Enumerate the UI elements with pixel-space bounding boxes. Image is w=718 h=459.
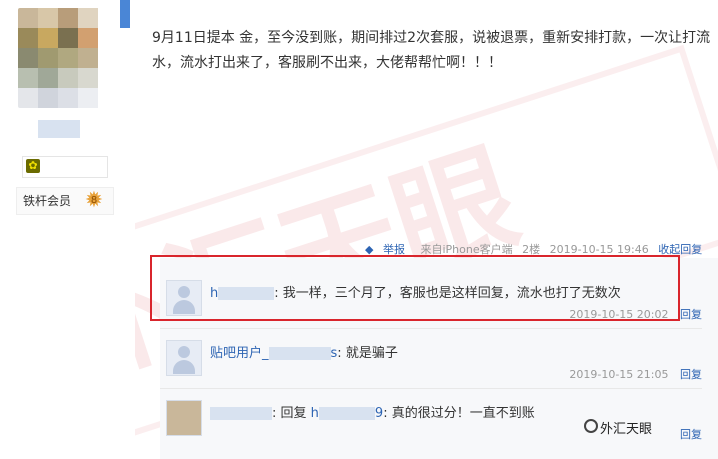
reply-body: 贴吧用户_ s: 就是骗子 [210, 346, 398, 361]
member-badge[interactable]: 铁杆会员 ✹ 8 [16, 187, 114, 215]
reply-body: : 回复 h 9: 真的很过分！一直不到账 [210, 402, 535, 421]
badge-icon: ✿ [26, 159, 40, 173]
member-level: 8 [90, 195, 98, 206]
avatar[interactable] [18, 8, 108, 108]
reply-datetime: 2019-10-15 21:05 [569, 368, 669, 381]
reply-avatar[interactable] [166, 340, 202, 376]
reply-text: 真的很过分！一直不到账 [391, 406, 535, 421]
highlight-frame [150, 255, 680, 321]
reply-prefix: 回复 [280, 406, 307, 421]
reply-button[interactable]: 回复 [680, 428, 702, 441]
reply-username[interactable]: 贴吧用户_ s [210, 346, 337, 361]
member-label: 铁杆会员 [23, 194, 72, 208]
reply-username-redacted[interactable] [210, 407, 272, 420]
reply-target[interactable]: h9 [311, 406, 384, 421]
reply-meta: 回复 [672, 426, 702, 442]
divider [160, 328, 702, 329]
reply-avatar[interactable] [166, 400, 202, 436]
divider [160, 388, 702, 389]
logo-text: 外汇天眼 [600, 422, 653, 437]
reply-button[interactable]: 回复 [680, 308, 702, 321]
scroll-marker [120, 0, 130, 28]
post-content: 9月11日提本 金，至今没到账，期间排过2次套服，说被退票，重新安排打款，一次让… [152, 30, 711, 71]
reply-item: 贴吧用户_ s: 就是骗子 2019-10-15 21:05 回复 [160, 330, 718, 390]
logo-icon [584, 419, 598, 433]
reply-text: 就是骗子 [345, 346, 398, 361]
reply-button[interactable]: 回复 [680, 368, 702, 381]
username-redacted[interactable] [38, 120, 80, 138]
reply-meta: 2019-10-15 21:05 回复 [569, 366, 702, 382]
